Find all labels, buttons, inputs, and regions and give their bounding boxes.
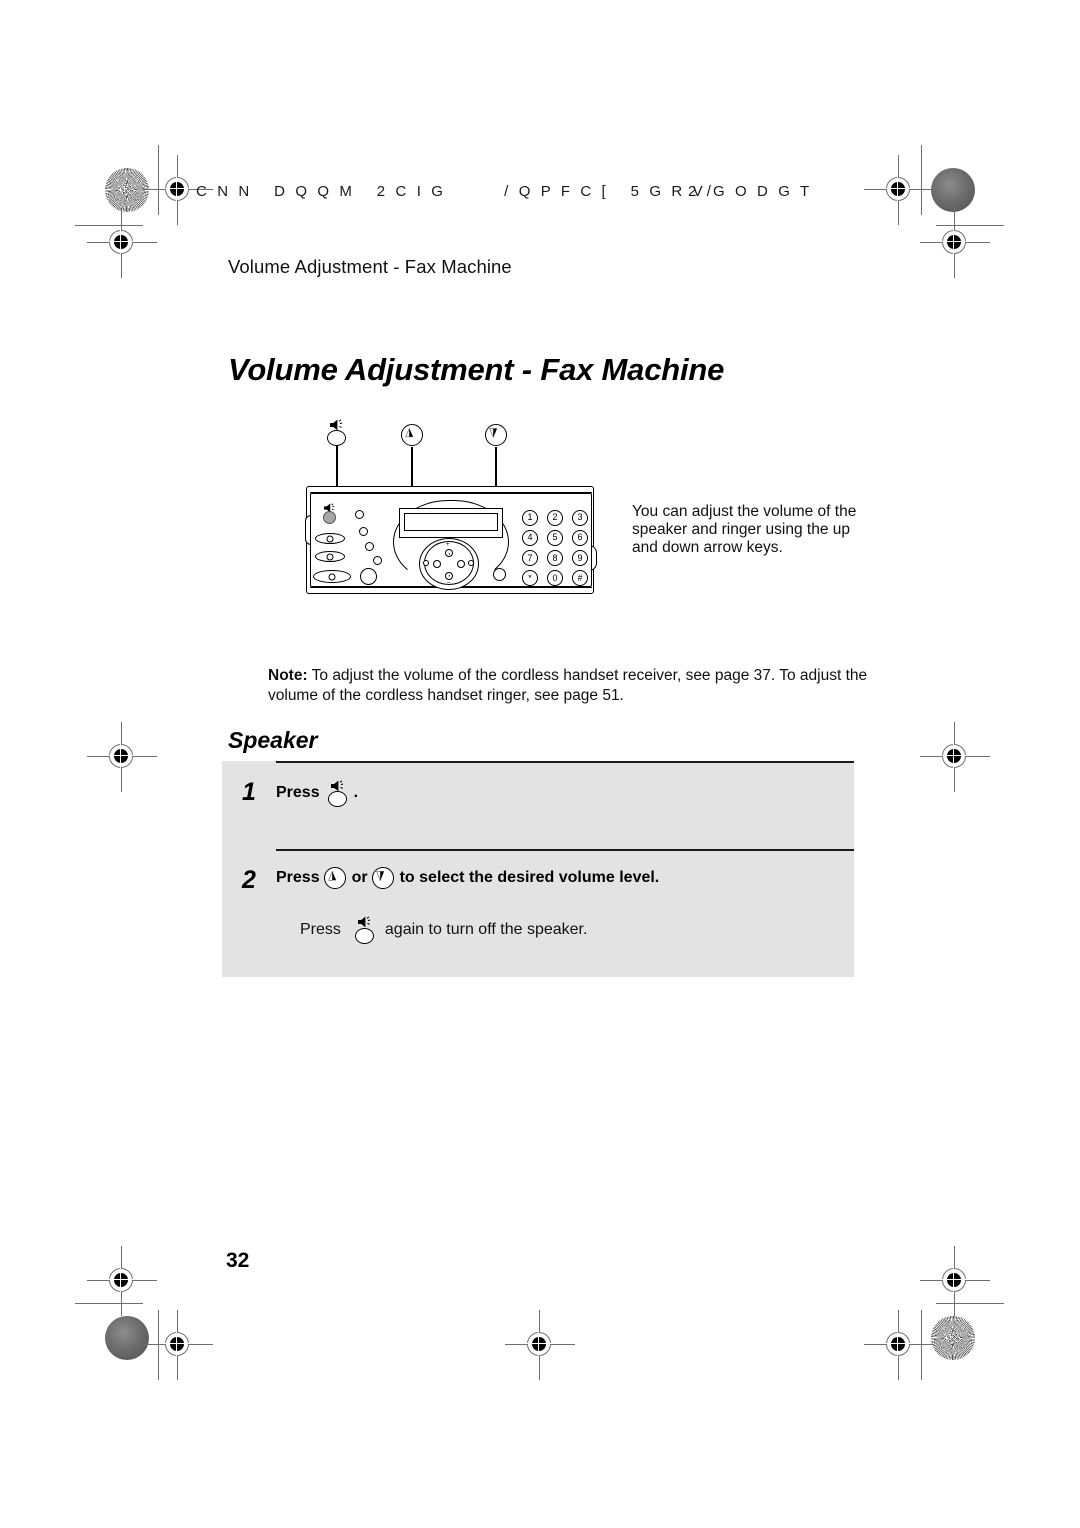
speaker-key-oval [327, 430, 346, 446]
arrow-down-icon [485, 424, 507, 446]
callout-down-arrow-key [484, 424, 510, 492]
step-2-text-middle: or [351, 869, 368, 886]
panel-round-button-left[interactable] [360, 568, 377, 585]
registration-mark-bottom-left [143, 1310, 213, 1380]
rosette-star-bottom-right [931, 1316, 975, 1360]
rosette-solid-top-right [931, 168, 975, 212]
callout-speaker-key [322, 418, 356, 490]
dial-left-key[interactable] [433, 560, 441, 568]
step-1-top-rule [276, 761, 854, 763]
registration-mark-right-lower [920, 1246, 990, 1316]
speaker-key-oval [327, 791, 347, 807]
keypad-key[interactable]: 1 [518, 508, 542, 527]
registration-mark-left-lower [87, 1246, 157, 1316]
speaker-glyph [330, 778, 344, 792]
keypad-key[interactable]: 8 [543, 549, 567, 568]
step-1: 1 Press . [222, 761, 854, 849]
keypad-key[interactable]: 4 [518, 528, 542, 547]
dial-far-right-key[interactable] [468, 560, 474, 566]
running-header: C N N D Q Q M 2 C I G / Q P F C [ 5 G R … [196, 183, 813, 200]
panel-function-button-2[interactable] [315, 551, 345, 562]
step-1-text: Press . [276, 778, 358, 808]
panel-function-button-1[interactable] [315, 533, 345, 544]
note-label: Note: [268, 666, 308, 684]
panel-indicator-lamp-2 [359, 527, 368, 536]
keypad-key[interactable]: 5 [543, 528, 567, 547]
registration-mark-right-upper [920, 208, 990, 278]
panel-function-icon-2 [326, 553, 334, 560]
dial-down-key[interactable] [445, 572, 453, 580]
panel-indicator-lamp-1 [355, 510, 364, 519]
substep-text-before: Press [300, 921, 341, 938]
panel-speaker-button[interactable] [323, 511, 336, 524]
panel-function-button-3[interactable] [313, 570, 351, 583]
panel-indicator-lamp-3 [365, 542, 374, 551]
step-2-number: 2 [242, 866, 256, 894]
speaker-glyph [357, 915, 371, 928]
keypad-key[interactable]: 2 [543, 508, 567, 527]
numeric-keypad: 1 2 3 4 5 6 7 8 9 * 0 # [518, 508, 592, 588]
registration-mark-right-middle [920, 722, 990, 792]
callout-up-arrow-key [400, 424, 426, 492]
page-title: Volume Adjustment - Fax Machine [228, 351, 725, 387]
keypad-key[interactable]: 6 [568, 528, 592, 547]
keypad-key[interactable]: 0 [543, 569, 567, 588]
step-2-top-rule [276, 849, 854, 851]
running-header-page: 2 / [688, 183, 714, 200]
step-2-text: Press or to select the desired volume le… [276, 866, 659, 890]
arrow-down-icon[interactable] [371, 866, 397, 890]
keypad-key[interactable]: 9 [568, 549, 592, 568]
note-paragraph: Note: To adjust the volume of the cordle… [268, 666, 868, 707]
steps-container: 1 Press . 2 Press or to select the desir… [222, 761, 854, 977]
speaker-key-oval [354, 928, 374, 944]
registration-mark-bottom-center [505, 1310, 575, 1380]
step-2-substep: Press again to turn off the speaker. [222, 893, 854, 945]
section-label: Volume Adjustment - Fax Machine [228, 256, 512, 277]
fax-machine-illustration: + – 1 2 3 4 5 6 7 8 9 * 0 # [300, 412, 600, 602]
keypad-key[interactable]: 7 [518, 549, 542, 568]
arrow-up-icon [401, 424, 423, 446]
speaker-icon[interactable] [324, 778, 350, 808]
dial-up-key[interactable] [445, 549, 453, 557]
control-panel-body: + – 1 2 3 4 5 6 7 8 9 * 0 # [305, 486, 597, 594]
registration-mark-bottom-right [864, 1310, 934, 1380]
lcd-display [404, 513, 498, 531]
step-1-number: 1 [242, 778, 256, 806]
control-panel-face: + – 1 2 3 4 5 6 7 8 9 * 0 # [310, 493, 592, 590]
dial-plus-sign: + [446, 542, 450, 548]
panel-function-icon-3 [328, 573, 336, 580]
arrow-up-circle [323, 867, 346, 889]
registration-mark-left-middle [87, 722, 157, 792]
step-1-text-after: . [353, 784, 359, 801]
page-canvas: C N N D Q Q M 2 C I G / Q P F C [ 5 G R … [0, 0, 1080, 1528]
keypad-key[interactable]: 3 [568, 508, 592, 527]
panel-indicator-lamp-4 [373, 556, 382, 565]
step-2: 2 Press or to select the desired volume … [222, 849, 854, 977]
arrow-up-icon[interactable] [323, 866, 349, 890]
dial-minus-sign: – [447, 580, 451, 586]
speaker-icon[interactable] [351, 915, 377, 945]
subsection-heading-speaker: Speaker [228, 727, 318, 754]
step-1-text-before: Press [276, 784, 320, 801]
keypad-key[interactable]: * [518, 569, 542, 588]
callout-stem-speaker [336, 446, 338, 490]
registration-mark-left-upper [87, 208, 157, 278]
note-text: To adjust the volume of the cordless han… [268, 666, 868, 705]
intro-paragraph: You can adjust the volume of the speaker… [632, 502, 857, 557]
step-2-text-before: Press [276, 869, 320, 886]
panel-function-icon-1 [326, 535, 334, 542]
step-2-text-after: to select the desired volume level. [399, 869, 660, 886]
arrow-down-circle [371, 867, 394, 889]
dial-far-left-key[interactable] [423, 560, 429, 566]
dial-right-key[interactable] [457, 560, 465, 568]
keypad-key[interactable]: # [568, 569, 592, 588]
speaker-icon [330, 418, 343, 431]
substep-text-after: again to turn off the speaker. [384, 921, 588, 938]
page-number: 32 [226, 1249, 250, 1272]
